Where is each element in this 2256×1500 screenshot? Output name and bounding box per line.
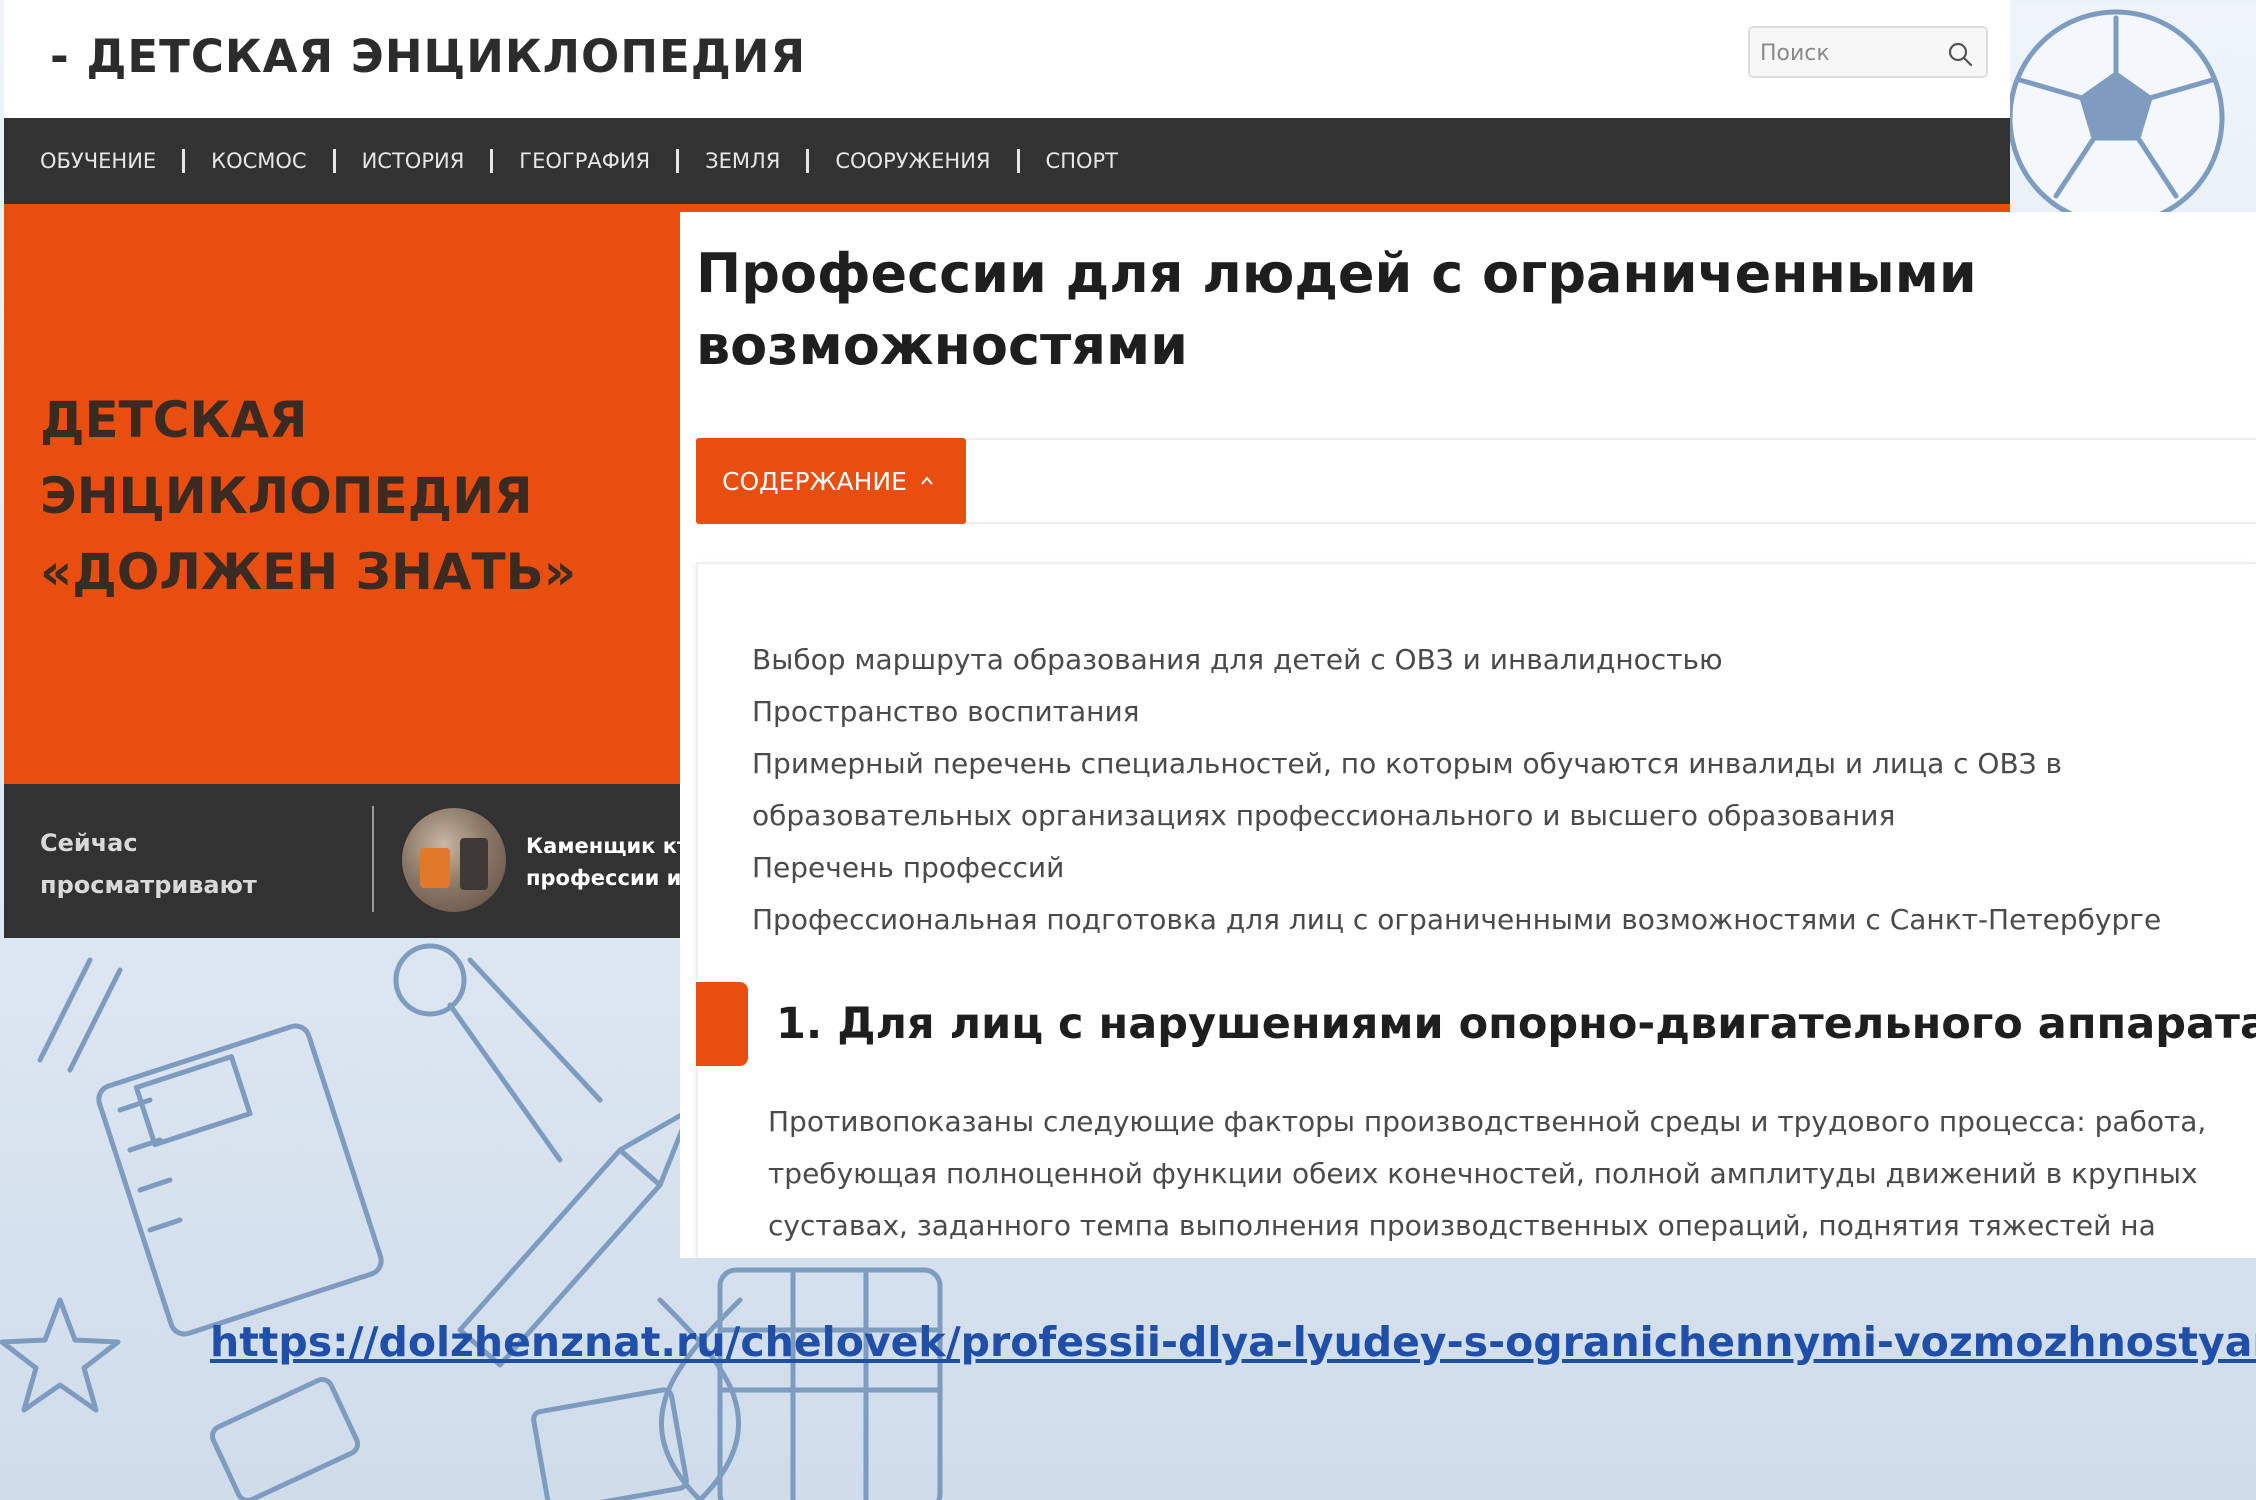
main-navigation: ОБУЧЕНИЕ КОСМОС ИСТОРИЯ ГЕОГРАФИЯ ЗЕМЛЯ … xyxy=(4,118,2010,204)
toc-item[interactable]: Примерный перечень специальностей, по ко… xyxy=(752,738,2062,790)
page-title-line: Профессии для людей с ограниченными xyxy=(696,242,1977,305)
thumbnail-figure xyxy=(420,848,450,888)
nav-separator xyxy=(676,149,680,173)
nav-item-education[interactable]: ОБУЧЕНИЕ xyxy=(40,149,156,173)
search-input[interactable] xyxy=(1760,36,1940,70)
encyclopedia-banner: ДЕТСКАЯ ЭНЦИКЛОПЕДИЯ «ДОЛЖЕН ЗНАТЬ» xyxy=(4,212,680,784)
now-viewing-label-line: просматривают xyxy=(40,871,257,899)
nav-separator xyxy=(490,149,494,173)
toc-item-continuation[interactable]: образовательных организациях профессиона… xyxy=(752,790,1895,842)
now-viewing-article-link[interactable]: Каменщик кто профессии и е xyxy=(526,830,680,894)
nav-separator xyxy=(182,149,186,173)
now-viewing-label-line: Сейчас xyxy=(40,829,138,857)
table-of-contents-bar: СОДЕРЖАНИЕ xyxy=(696,438,2256,524)
nav-separator xyxy=(332,149,336,173)
nav-item-space[interactable]: КОСМОС xyxy=(211,149,306,173)
article-content: Профессии для людей с ограниченными возм… xyxy=(680,212,2256,1258)
article-paragraph: Противопоказаны следующие факторы произв… xyxy=(768,1096,2238,1252)
thumbnail-figure xyxy=(460,838,488,890)
nav-item-geography[interactable]: ГЕОГРАФИЯ xyxy=(519,149,650,173)
banner-line: ЭНЦИКЛОПЕДИЯ xyxy=(40,467,533,525)
eraser-doodle-icon xyxy=(209,1377,361,1500)
nav-item-sport[interactable]: СПОРТ xyxy=(1046,149,1118,173)
now-viewing-article-line: Каменщик кто xyxy=(526,834,680,858)
calculator-doodle-icon xyxy=(717,1267,943,1500)
page-title-line: возможностями xyxy=(696,314,1188,377)
scissors-doodle-icon xyxy=(393,943,603,1163)
section-heading: 1. Для лиц с нарушениями опорно-двигател… xyxy=(776,999,2256,1049)
divider xyxy=(372,806,374,912)
toc-item[interactable]: Выбор маршрута образования для детей с О… xyxy=(752,634,1723,686)
pen-doodle-icon xyxy=(37,957,123,1073)
toc-item[interactable]: Перечень профессий xyxy=(752,842,1064,894)
nav-item-history[interactable]: ИСТОРИЯ xyxy=(362,149,465,173)
paragraph-line: суставах, заданного темпа выполнения про… xyxy=(768,1209,2156,1242)
search-box[interactable] xyxy=(1748,26,1988,78)
banner-title: ДЕТСКАЯ ЭНЦИКЛОПЕДИЯ «ДОЛЖЕН ЗНАТЬ» xyxy=(40,382,660,610)
nav-item-earth[interactable]: ЗЕМЛЯ xyxy=(705,149,780,173)
search-icon[interactable] xyxy=(1946,40,1974,68)
nav-separator xyxy=(806,149,810,173)
paragraph-line: требующая полноценной функции обеих коне… xyxy=(768,1157,2198,1190)
toc-item[interactable]: Профессиональная подготовка для лиц с ог… xyxy=(752,894,2161,946)
nav-separator xyxy=(1016,149,1020,173)
banner-line: «ДОЛЖЕН ЗНАТЬ» xyxy=(40,543,577,601)
toc-toggle-button[interactable]: СОДЕРЖАНИЕ xyxy=(696,438,966,524)
source-url-link[interactable]: https://dolzhenznat.ru/chelovek/professi… xyxy=(210,1318,2256,1366)
now-viewing-panel: Сейчас просматривают Каменщик кто профес… xyxy=(4,784,680,938)
now-viewing-label: Сейчас просматривают xyxy=(40,822,340,906)
site-header: - ДЕТСКАЯ ЭНЦИКЛОПЕДИЯ xyxy=(4,0,2010,118)
soccer-ball-icon xyxy=(2007,9,2225,227)
page-title: Профессии для людей с ограниченными возм… xyxy=(696,238,1996,382)
site-logo[interactable]: - ДЕТСКАЯ ЭНЦИКЛОПЕДИЯ xyxy=(50,30,806,83)
now-viewing-article-line: профессии и е xyxy=(526,866,680,890)
paragraph-line: Противопоказаны следующие факторы произв… xyxy=(768,1105,2207,1138)
star-doodle-icon xyxy=(0,1297,121,1413)
chevron-up-icon xyxy=(921,476,933,485)
toc-item[interactable]: Пространство воспитания xyxy=(752,686,1140,738)
toc-button-label: СОДЕРЖАНИЕ xyxy=(722,466,907,496)
accent-strip xyxy=(4,204,2010,212)
nav-item-buildings[interactable]: СООРУЖЕНИЯ xyxy=(835,149,990,173)
banner-line: ДЕТСКАЯ xyxy=(40,391,308,449)
section-marker xyxy=(696,982,748,1066)
article-thumbnail[interactable] xyxy=(402,808,506,912)
notebook-doodle-icon xyxy=(96,1023,384,1337)
